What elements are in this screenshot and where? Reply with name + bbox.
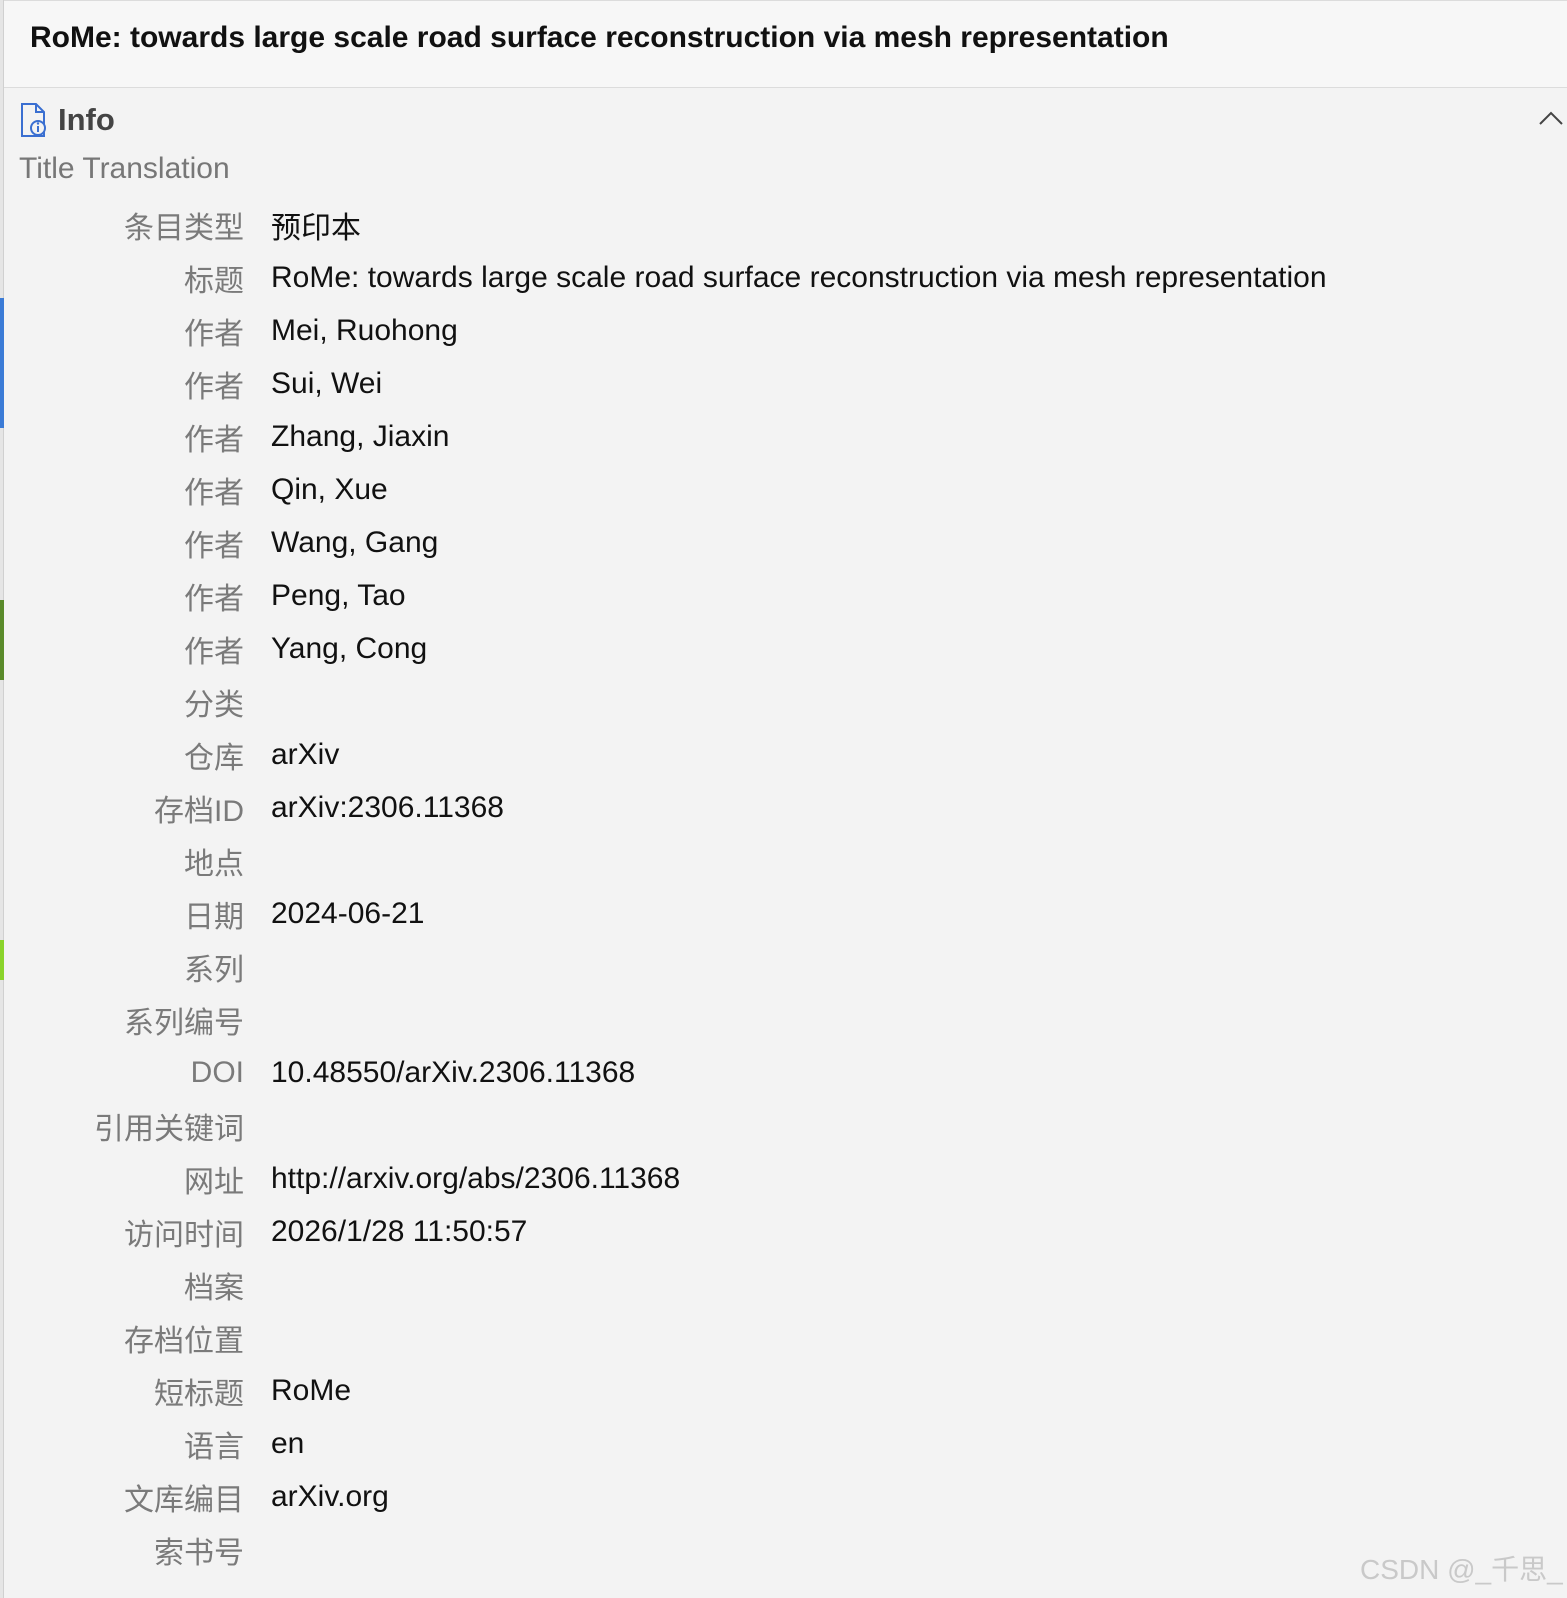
info-field-row: 系列 <box>0 940 1567 993</box>
field-value[interactable]: http://arxiv.org/abs/2306.11368 <box>271 1162 680 1196</box>
info-field-row: 语言 en <box>0 1417 1567 1470</box>
field-value[interactable]: 2024-06-21 <box>271 897 424 931</box>
field-value[interactable]: Qin, Xue <box>271 473 388 507</box>
info-field-row: 分类 <box>0 675 1567 728</box>
info-field-row: 日期 2024-06-21 <box>0 887 1567 940</box>
info-field-row: 文库编目 arXiv.org <box>0 1470 1567 1523</box>
info-field-row: 作者 Peng, Tao <box>0 569 1567 622</box>
info-field-row: 访问时间 2026/1/28 11:50:57 <box>0 1205 1567 1258</box>
field-label: 短标题 <box>154 1377 244 1411</box>
info-section-header[interactable]: Info <box>18 98 115 142</box>
field-label: 访问时间 <box>124 1218 244 1252</box>
info-field-row: 作者 Qin, Xue <box>0 463 1567 516</box>
info-field-row: 索书号 <box>0 1523 1567 1576</box>
field-value[interactable]: 预印本 <box>271 203 361 247</box>
field-label: 网址 <box>184 1165 244 1199</box>
info-field-row: 存档位置 <box>0 1311 1567 1364</box>
item-pane: RoMe: towards large scale road surface r… <box>0 0 1567 1598</box>
field-label: 作者 <box>184 370 244 404</box>
field-value[interactable]: 10.48550/arXiv.2306.11368 <box>271 1056 635 1090</box>
field-value[interactable]: Yang, Cong <box>271 632 427 666</box>
field-label: 作者 <box>184 476 244 510</box>
field-label: 系列编号 <box>124 1006 244 1040</box>
field-value[interactable]: Sui, Wei <box>271 367 382 401</box>
field-label: 档案 <box>184 1271 244 1305</box>
field-label: 索书号 <box>154 1536 244 1570</box>
field-label: 标题 <box>184 264 244 298</box>
field-label: 引用关键词 <box>94 1112 244 1146</box>
info-fields: 条目类型 预印本 标题 RoMe: towards large scale road … <box>0 198 1567 1576</box>
title-translation-button[interactable]: Title Translation <box>19 152 230 186</box>
info-field-row: 网址 http://arxiv.org/abs/2306.11368 <box>0 1152 1567 1205</box>
field-label: 作者 <box>184 529 244 563</box>
chevron-up-icon[interactable] <box>1538 106 1564 132</box>
field-value[interactable]: Wang, Gang <box>271 526 438 560</box>
field-value[interactable]: RoMe: towards large scale road surface r… <box>271 261 1327 295</box>
field-label: 条目类型 <box>124 211 244 245</box>
field-value[interactable]: 2026/1/28 11:50:57 <box>271 1215 527 1249</box>
info-field-row: 作者 Zhang, Jiaxin <box>0 410 1567 463</box>
field-label: 存档ID <box>154 794 244 828</box>
field-label: DOI <box>190 1055 244 1089</box>
info-field-row: 存档ID arXiv:2306.11368 <box>0 781 1567 834</box>
field-label: 分类 <box>184 688 244 722</box>
info-field-row: DOI 10.48550/arXiv.2306.11368 <box>0 1046 1567 1099</box>
field-value[interactable]: arXiv.org <box>271 1480 389 1514</box>
field-label: 作者 <box>184 317 244 351</box>
info-field-row: 引用关键词 <box>0 1099 1567 1152</box>
field-value[interactable]: Mei, Ruohong <box>271 314 458 348</box>
field-label: 日期 <box>184 900 244 934</box>
info-field-row: 标题 RoMe: towards large scale road surface… <box>0 251 1567 304</box>
field-label: 地点 <box>184 847 244 881</box>
field-label: 文库编目 <box>124 1483 244 1517</box>
info-field-row: 作者 Mei, Ruohong <box>0 304 1567 357</box>
info-field-row: 系列编号 <box>0 993 1567 1046</box>
field-value[interactable]: Peng, Tao <box>271 579 406 613</box>
field-value[interactable]: en <box>271 1427 304 1461</box>
field-label: 作者 <box>184 582 244 616</box>
info-field-row: 仓库 arXiv <box>0 728 1567 781</box>
field-label: 作者 <box>184 635 244 669</box>
field-value[interactable]: RoMe <box>271 1374 351 1408</box>
info-field-row: 作者 Yang, Cong <box>0 622 1567 675</box>
field-label: 存档位置 <box>124 1324 244 1358</box>
watermark: CSDN @_千思_ <box>1360 1554 1563 1585</box>
field-label: 作者 <box>184 423 244 457</box>
field-value[interactable]: Zhang, Jiaxin <box>271 420 449 454</box>
info-field-row: 短标题 RoMe <box>0 1364 1567 1417</box>
info-field-row: 作者 Sui, Wei <box>0 357 1567 410</box>
item-title[interactable]: RoMe: towards large scale road surface r… <box>30 21 1169 55</box>
field-value[interactable]: arXiv:2306.11368 <box>271 791 504 825</box>
field-value[interactable]: arXiv <box>271 738 339 772</box>
info-field-row: 档案 <box>0 1258 1567 1311</box>
field-label: 仓库 <box>184 741 244 775</box>
field-label: 语言 <box>184 1430 244 1464</box>
item-header: RoMe: towards large scale road surface r… <box>4 0 1567 88</box>
info-section-title: Info <box>58 102 115 137</box>
document-info-icon <box>21 103 46 137</box>
field-label: 系列 <box>184 953 244 987</box>
info-field-row: 条目类型 预印本 <box>0 198 1567 251</box>
info-field-row: 作者 Wang, Gang <box>0 516 1567 569</box>
info-field-row: 地点 <box>0 834 1567 887</box>
